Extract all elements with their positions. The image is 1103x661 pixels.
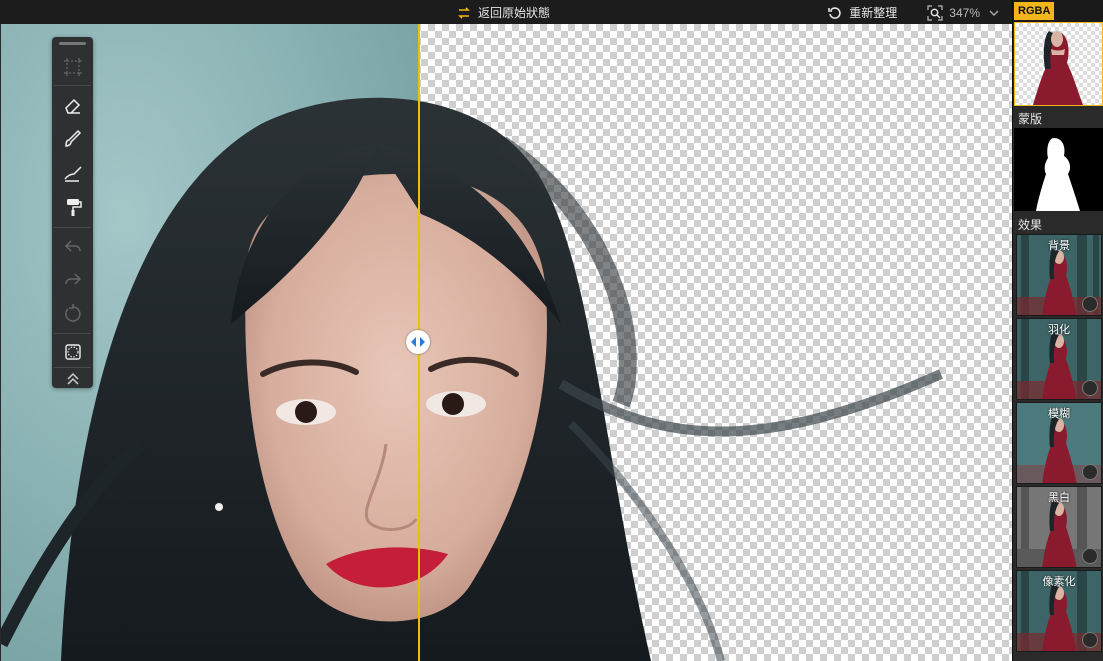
reset-icon xyxy=(64,303,81,322)
effect-label: 像素化 xyxy=(1042,576,1076,588)
effect-label: 黑白 xyxy=(1048,492,1070,504)
mask-thumbnail[interactable] xyxy=(1014,128,1103,211)
right-panel: RGBA 蒙版 效果 背景 羽化 模糊 黑白 像素化 xyxy=(1012,0,1103,661)
tool-palette xyxy=(52,37,93,388)
paint-brush-icon xyxy=(63,165,82,182)
swap-arrows-icon xyxy=(458,6,470,19)
selection-tool[interactable] xyxy=(59,338,86,365)
mask-section-label: 蒙版 xyxy=(1018,112,1043,126)
eraser-tool[interactable] xyxy=(59,91,86,118)
split-handle[interactable] xyxy=(406,330,430,354)
image-canvas[interactable] xyxy=(0,24,1012,661)
cutout-preview xyxy=(1033,31,1083,105)
rearrange-button[interactable]: 重新整理 xyxy=(849,4,897,21)
collapse-button[interactable] xyxy=(59,368,86,388)
zoom-value: 347% xyxy=(949,5,980,20)
effect-toggle[interactable] xyxy=(1082,380,1098,396)
revert-button[interactable]: 返回原始狀態 xyxy=(456,4,550,21)
collapse-icon xyxy=(66,372,79,385)
revert-label: 返回原始狀態 xyxy=(478,6,551,20)
roller-icon xyxy=(66,198,82,216)
rgba-tab[interactable]: RGBA xyxy=(1014,2,1054,20)
undo-icon xyxy=(64,239,81,252)
effect-toggle[interactable] xyxy=(1082,548,1098,564)
brush-tool[interactable] xyxy=(59,125,86,152)
effect-background[interactable]: 背景 xyxy=(1016,234,1102,316)
top-toolbar: 返回原始狀態 重新整理 347% xyxy=(0,0,1012,24)
paint-brush-tool[interactable] xyxy=(59,159,86,186)
effect-label: 模糊 xyxy=(1048,408,1070,420)
effect-pixelate[interactable]: 像素化 xyxy=(1016,570,1102,652)
roller-tool[interactable] xyxy=(59,193,86,220)
effect-toggle[interactable] xyxy=(1082,632,1098,648)
brush-icon xyxy=(64,129,81,147)
zoom-icon[interactable] xyxy=(927,4,943,21)
effect-toggle[interactable] xyxy=(1082,296,1098,312)
refresh-icon xyxy=(828,6,841,19)
portrait-image xyxy=(1,97,944,661)
effect-blur[interactable]: 模糊 xyxy=(1016,402,1102,484)
effect-black-white[interactable]: 黑白 xyxy=(1016,486,1102,568)
crop-tool[interactable] xyxy=(59,53,86,80)
effects-section-label: 效果 xyxy=(1018,218,1043,232)
selection-icon xyxy=(64,343,81,360)
redo-button[interactable] xyxy=(59,266,86,293)
split-handle-icon xyxy=(411,337,425,347)
rgba-thumbnail[interactable] xyxy=(1014,22,1103,106)
mask-preview xyxy=(1036,138,1080,211)
eraser-icon xyxy=(64,98,80,114)
effect-label: 背景 xyxy=(1048,240,1070,252)
effect-feather[interactable]: 羽化 xyxy=(1016,318,1102,400)
redo-icon xyxy=(64,272,81,285)
effect-toggle[interactable] xyxy=(1082,464,1098,480)
crop-icon xyxy=(63,57,82,76)
effect-label: 羽化 xyxy=(1048,324,1070,336)
undo-button[interactable] xyxy=(59,233,86,260)
palette-grip[interactable] xyxy=(59,42,86,45)
reset-button[interactable] xyxy=(59,299,86,326)
chevron-down-icon[interactable] xyxy=(986,5,1002,21)
